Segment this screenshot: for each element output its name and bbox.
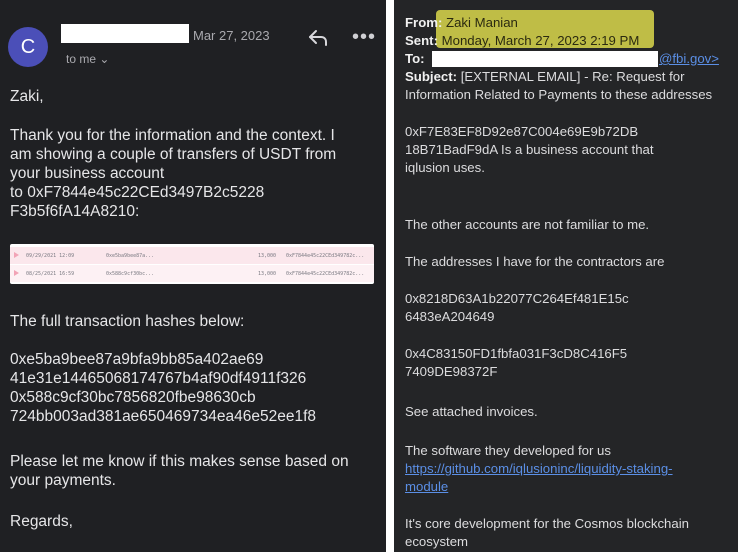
- sign-off: Regards,: [10, 513, 73, 530]
- contractor-address-1: 0x8218D63A1b22077C264Ef481E15c: [405, 291, 629, 306]
- header-to: To:: [405, 51, 425, 66]
- contractor-address-2b: 7409DE98372F: [405, 364, 498, 379]
- redacted-sender-name: [61, 24, 189, 43]
- software-intro: The software they developed for us: [405, 443, 611, 458]
- transaction-hashes: 0xe5ba9bee87a9bfa9bb85a402ae69 41e31e144…: [10, 351, 317, 425]
- hashes-intro: The full transaction hashes below:: [10, 313, 245, 330]
- contractors-intro: The addresses I have for the contractors…: [405, 254, 665, 269]
- transaction-table-image: 09/29/2021 12:09 0xe5ba9bee87a... 13,000…: [10, 244, 374, 284]
- github-link[interactable]: https://github.com/iqlusioninc/liquidity…: [405, 460, 673, 478]
- other-accounts: The other accounts are not familiar to m…: [405, 217, 650, 232]
- business-address-l3: iqlusion uses.: [405, 160, 485, 175]
- transaction-row: 08/25/2021 16:59 0x588c9cf30bc... 13,000…: [10, 265, 374, 282]
- business-address-l2: 18B71BadF9dA Is a business account that: [405, 142, 654, 157]
- message-paragraph: Thank you for the information and the co…: [10, 127, 337, 220]
- subject-continued: Information Related to Payments to these…: [405, 87, 713, 102]
- transfer-out-icon: [14, 270, 19, 276]
- redacted-recipient: [432, 51, 658, 67]
- github-link-continued[interactable]: module: [405, 478, 448, 496]
- contractor-address-2: 0x4C83150FD1fbfa031F3cD8C416F5: [405, 346, 628, 361]
- header-sent: Sent: Monday, March 27, 2023 2:19 PM: [405, 33, 640, 48]
- invoices-note: See attached invoices.: [405, 404, 538, 419]
- transfer-out-icon: [14, 252, 19, 258]
- email-date: Mar 27, 2023: [193, 28, 270, 43]
- contractor-address-1b: 6483eA204649: [405, 309, 495, 324]
- closing-paragraph: Please let me know if this makes sense b…: [10, 453, 349, 489]
- core-development-l1: It's core development for the Cosmos blo…: [405, 516, 689, 531]
- header-subject: Subject: [EXTERNAL EMAIL] - Re: Request …: [405, 69, 685, 84]
- transaction-row: 09/29/2021 12:09 0xe5ba9bee87a... 13,000…: [10, 247, 374, 264]
- reply-icon[interactable]: [307, 28, 329, 48]
- header-from: From: Zaki Manian: [405, 15, 518, 30]
- email-panel-left: C Mar 27, 2023 ••• to me ⌄ Zaki, Thank y…: [0, 0, 386, 552]
- more-options-icon[interactable]: •••: [352, 26, 376, 49]
- core-development-l2: ecosystem: [405, 534, 469, 549]
- recipient-toggle[interactable]: to me ⌄: [66, 52, 109, 66]
- recipient-domain[interactable]: @fbi.gov>: [659, 50, 719, 68]
- sender-avatar[interactable]: C: [8, 27, 48, 67]
- greeting: Zaki,: [10, 88, 44, 105]
- business-address-l1: 0xF7E83EF8D92e87C004e69E9b72DB: [405, 124, 639, 139]
